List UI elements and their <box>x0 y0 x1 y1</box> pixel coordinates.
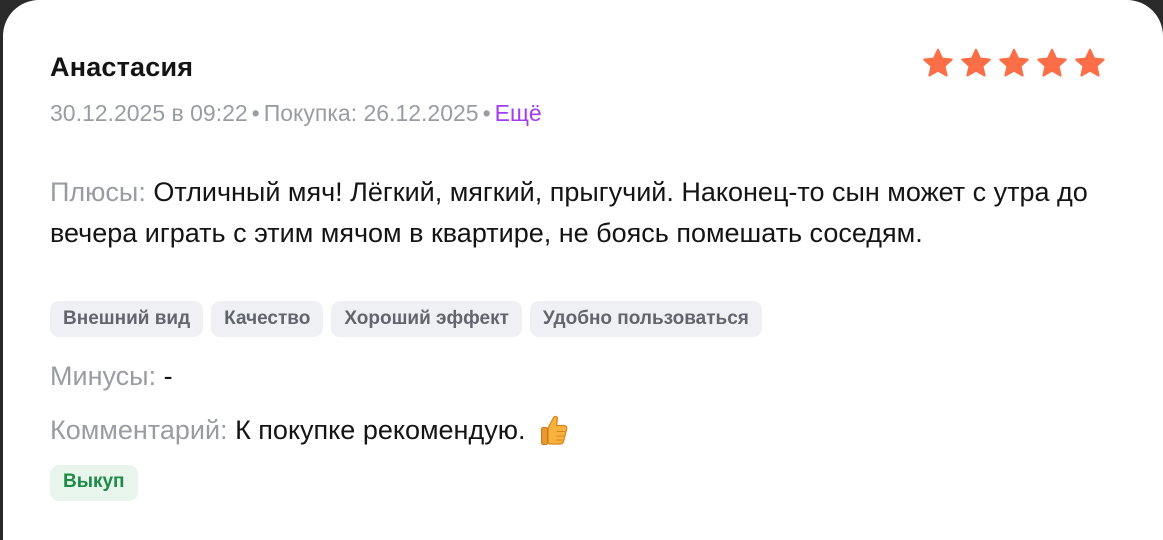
tag-appearance: Внешний вид <box>50 301 204 337</box>
tag-good-effect: Хороший эффект <box>331 301 522 337</box>
review-author: Анастасия <box>50 52 194 82</box>
review-card: Анастасия 30.12.2025 в 09:22 • Покупка: 26… <box>3 0 1163 540</box>
tag-list: Внешний вид Качество Хороший эффект Удоб… <box>50 301 762 337</box>
cons-label: Минусы: <box>50 361 157 391</box>
separator-dot: • <box>251 100 260 126</box>
comment-text: К покупке рекомендую. <box>235 415 526 445</box>
star-icon <box>1036 48 1068 79</box>
star-icon <box>1074 48 1106 79</box>
cons-section: Минусы: - <box>50 358 173 394</box>
purchase-date: Покупка: 26.12.2025 <box>263 100 479 126</box>
star-icon <box>998 48 1030 79</box>
cons-text: - <box>163 361 173 391</box>
comment-label: Комментарий: <box>50 415 228 445</box>
pros-text: Отличный мяч! Лёгкий, мягкий, прыгучий. … <box>50 177 1088 248</box>
pros-label: Плюсы: <box>50 177 146 207</box>
review-meta: 30.12.2025 в 09:22 • Покупка: 26.12.2025 • Е… <box>50 100 542 127</box>
star-icon <box>922 48 954 79</box>
more-link[interactable]: Ещё <box>495 100 542 126</box>
pros-section: Плюсы: Отличный мяч! Лёгкий, мягкий, пры… <box>50 172 1090 254</box>
review-date: 30.12.2025 в 09:22 <box>50 100 248 126</box>
star-icon <box>960 48 992 79</box>
status-badge: Выкуп <box>50 465 138 501</box>
rating-stars <box>922 48 1106 79</box>
tag-quality: Качество <box>211 301 324 337</box>
tag-easy-to-use: Удобно пользоваться <box>529 301 762 337</box>
comment-section: Комментарий: К покупке рекомендую. <box>50 412 569 448</box>
thumbs-up-icon <box>539 414 569 446</box>
separator-dot: • <box>482 100 491 126</box>
